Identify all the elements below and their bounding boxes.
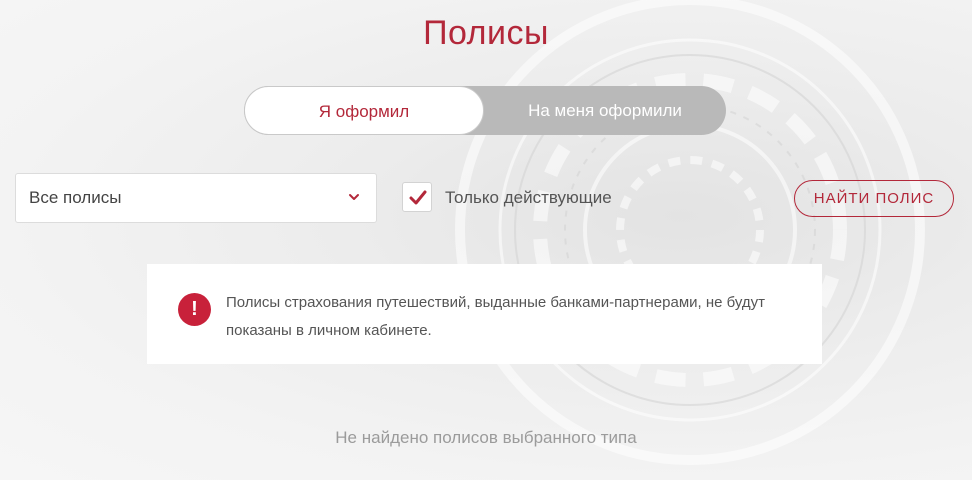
active-only-label[interactable]: Только действующие bbox=[445, 186, 612, 210]
notice-text: Полисы страхования путешествий, выданные… bbox=[226, 294, 766, 339]
policy-type-select[interactable]: Все полисы bbox=[15, 173, 377, 223]
checkmark-icon bbox=[409, 190, 427, 205]
policy-type-select-value: Все полисы bbox=[29, 188, 122, 207]
tab-i-issued[interactable]: Я оформил bbox=[244, 86, 484, 135]
page-title: Полисы bbox=[423, 14, 549, 52]
exclamation-icon: ! bbox=[178, 293, 211, 326]
policy-owner-toggle: Я оформил На меня оформили bbox=[244, 86, 726, 135]
info-notice: ! Полисы страхования путешествий, выданн… bbox=[147, 264, 822, 364]
background-decoration bbox=[455, 0, 925, 465]
active-only-checkbox[interactable] bbox=[402, 182, 432, 212]
find-policy-button[interactable]: НАЙТИ ПОЛИС bbox=[794, 180, 954, 217]
tab-issued-for-me[interactable]: На меня оформили bbox=[484, 86, 726, 135]
chevron-down-icon bbox=[349, 194, 359, 200]
empty-state-text: Не найдено полисов выбранного типа bbox=[335, 428, 637, 447]
